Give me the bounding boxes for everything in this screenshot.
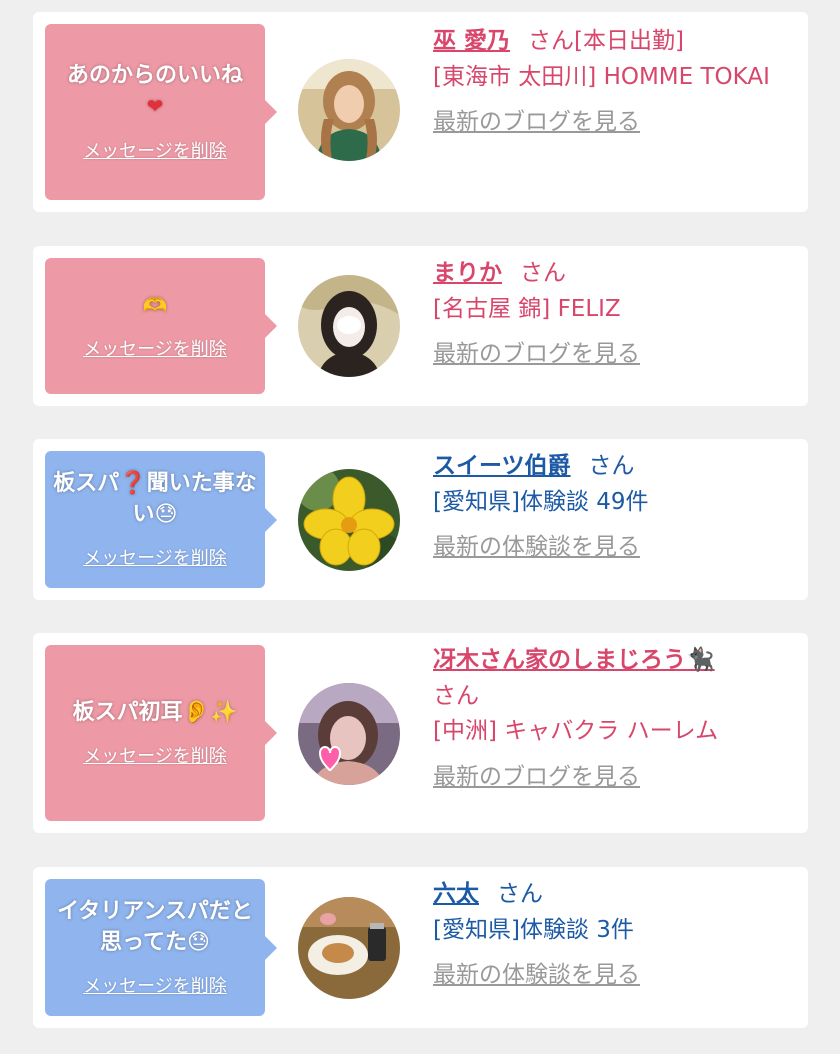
honorific: さん <box>520 260 566 286</box>
list-item: 板スパ初耳👂✨ メッセージを削除 冴木さん家のしまじろう🐈‍⬛ さん [中洲] キ… <box>33 633 808 833</box>
avatar[interactable] <box>298 683 400 785</box>
latest-review-link[interactable]: 最新の体験談を見る <box>433 530 803 566</box>
user-info: 六太 さん [愛知県]体験談 3件 最新の体験談を見る <box>433 877 803 994</box>
user-info: まりか さん [名古屋 錦] FELIZ 最新のブログを見る <box>433 256 803 373</box>
shop-detail: [東海市 太田川] HOMME TOKAI <box>433 63 770 90</box>
delete-message-link[interactable]: メッセージを削除 <box>83 742 227 768</box>
message-bubble: イタリアンスパだと思ってた😓 メッセージを削除 <box>45 879 277 1016</box>
heart-icon: ❤ <box>146 94 164 118</box>
user-name-link[interactable]: 巫 愛乃 <box>433 28 510 54</box>
list-item: 🫶 メッセージを削除 まりか さん [名古屋 錦] FELIZ 最新のブログを見る <box>33 246 808 406</box>
delete-message-link[interactable]: メッセージを削除 <box>83 137 227 163</box>
list-item: あのからのいいね ❤ メッセージを削除 巫 愛乃 さん[本日出勤] [東海市 太田… <box>33 12 808 212</box>
delete-message-link[interactable]: メッセージを削除 <box>83 544 227 570</box>
shop-detail: [中洲] キャバクラ ハーレム <box>433 718 719 745</box>
message-text: イタリアンスパだと思ってた😓 <box>57 898 253 955</box>
user-name-link[interactable]: 冴木さん家のしまじろう🐈‍⬛ <box>433 647 715 673</box>
message-text-main: あのからのいいね <box>66 63 243 89</box>
honorific: さん <box>588 453 635 479</box>
honorific: さん[本日出勤] <box>528 28 684 54</box>
message-text: あのからのいいね ❤ <box>67 61 243 123</box>
latest-review-link[interactable]: 最新の体験談を見る <box>433 958 803 994</box>
user-name-link[interactable]: 六太 <box>433 881 479 907</box>
list-item: イタリアンスパだと思ってた😓 メッセージを削除 六太 さん [愛知県]体験談 3件… <box>33 867 808 1028</box>
delete-message-link[interactable]: メッセージを削除 <box>83 335 227 361</box>
honorific: さん <box>497 881 543 907</box>
heart-hands-icon: 🫶 <box>142 292 168 317</box>
message-text: 板スパ初耳👂✨ <box>72 699 238 725</box>
latest-blog-link[interactable]: 最新のブログを見る <box>433 337 803 373</box>
user-info: 冴木さん家のしまじろう🐈‍⬛ さん [中洲] キャバクラ ハーレム 最新のブログを… <box>433 643 803 796</box>
message-bubble: 板スパ初耳👂✨ メッセージを削除 <box>45 645 277 821</box>
avatar[interactable] <box>298 275 400 377</box>
user-info: スイーツ伯爵 さん [愛知県]体験談 49件 最新の体験談を見る <box>433 449 803 566</box>
honorific: さん <box>433 682 479 709</box>
review-count: [愛知県]体験談 3件 <box>433 916 634 943</box>
avatar[interactable] <box>298 469 400 571</box>
latest-blog-link[interactable]: 最新のブログを見る <box>433 760 803 796</box>
avatar[interactable] <box>298 59 400 161</box>
shop-detail: [名古屋 錦] FELIZ <box>433 295 621 322</box>
latest-blog-link[interactable]: 最新のブログを見る <box>433 105 803 141</box>
user-info: 巫 愛乃 さん[本日出勤] [東海市 太田川] HOMME TOKAI 最新のブロ… <box>433 24 803 141</box>
user-name-link[interactable]: まりか <box>433 260 502 286</box>
message-text: 板スパ❓聞いた事ない😓 <box>53 470 257 527</box>
avatar[interactable] <box>298 897 400 999</box>
review-count: [愛知県]体験談 49件 <box>433 488 649 515</box>
message-bubble: 板スパ❓聞いた事ない😓 メッセージを削除 <box>45 451 277 588</box>
message-bubble: 🫶 メッセージを削除 <box>45 258 277 394</box>
list-item: 板スパ❓聞いた事ない😓 メッセージを削除 スイーツ伯爵さん [愛知県]体験談 <box>33 439 808 600</box>
message-bubble: あのからのいいね ❤ メッセージを削除 <box>45 24 277 200</box>
notification-list: あのからのいいね ❤ メッセージを削除 巫 愛乃 さん[本日出勤] [東海市 太田… <box>0 0 840 1054</box>
delete-message-link[interactable]: メッセージを削除 <box>83 972 227 998</box>
user-name-link[interactable]: スイーツ伯爵 <box>433 453 571 479</box>
message-text: 🫶 <box>143 291 168 322</box>
